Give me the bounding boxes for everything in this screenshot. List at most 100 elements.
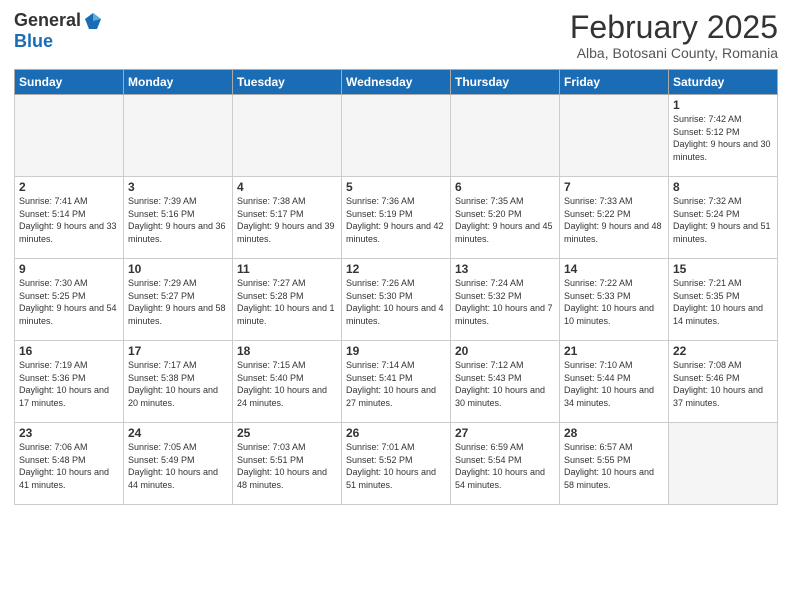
day-info: Sunrise: 7:08 AM Sunset: 5:46 PM Dayligh… <box>673 359 773 409</box>
table-row: 24Sunrise: 7:05 AM Sunset: 5:49 PM Dayli… <box>124 423 233 505</box>
logo-general-text: General <box>14 10 81 31</box>
day-number: 25 <box>237 426 337 440</box>
day-info: Sunrise: 7:41 AM Sunset: 5:14 PM Dayligh… <box>19 195 119 245</box>
day-number: 17 <box>128 344 228 358</box>
day-number: 5 <box>346 180 446 194</box>
day-number: 27 <box>455 426 555 440</box>
table-row: 5Sunrise: 7:36 AM Sunset: 5:19 PM Daylig… <box>342 177 451 259</box>
day-number: 21 <box>564 344 664 358</box>
day-number: 22 <box>673 344 773 358</box>
table-row: 19Sunrise: 7:14 AM Sunset: 5:41 PM Dayli… <box>342 341 451 423</box>
day-info: Sunrise: 7:06 AM Sunset: 5:48 PM Dayligh… <box>19 441 119 491</box>
calendar-table: Sunday Monday Tuesday Wednesday Thursday… <box>14 69 778 505</box>
day-number: 13 <box>455 262 555 276</box>
table-row <box>669 423 778 505</box>
day-number: 20 <box>455 344 555 358</box>
logo-blue-text: Blue <box>14 31 53 52</box>
day-info: Sunrise: 7:42 AM Sunset: 5:12 PM Dayligh… <box>673 113 773 163</box>
table-row: 15Sunrise: 7:21 AM Sunset: 5:35 PM Dayli… <box>669 259 778 341</box>
day-number: 18 <box>237 344 337 358</box>
page: General Blue February 2025 Alba, Botosan… <box>0 0 792 612</box>
day-info: Sunrise: 6:57 AM Sunset: 5:55 PM Dayligh… <box>564 441 664 491</box>
day-number: 11 <box>237 262 337 276</box>
day-info: Sunrise: 7:15 AM Sunset: 5:40 PM Dayligh… <box>237 359 337 409</box>
day-info: Sunrise: 6:59 AM Sunset: 5:54 PM Dayligh… <box>455 441 555 491</box>
calendar-week-row: 1Sunrise: 7:42 AM Sunset: 5:12 PM Daylig… <box>15 95 778 177</box>
day-number: 9 <box>19 262 119 276</box>
month-title: February 2025 <box>570 10 778 45</box>
day-info: Sunrise: 7:26 AM Sunset: 5:30 PM Dayligh… <box>346 277 446 327</box>
table-row: 25Sunrise: 7:03 AM Sunset: 5:51 PM Dayli… <box>233 423 342 505</box>
table-row: 7Sunrise: 7:33 AM Sunset: 5:22 PM Daylig… <box>560 177 669 259</box>
day-info: Sunrise: 7:17 AM Sunset: 5:38 PM Dayligh… <box>128 359 228 409</box>
day-number: 28 <box>564 426 664 440</box>
calendar-week-row: 16Sunrise: 7:19 AM Sunset: 5:36 PM Dayli… <box>15 341 778 423</box>
table-row: 3Sunrise: 7:39 AM Sunset: 5:16 PM Daylig… <box>124 177 233 259</box>
day-info: Sunrise: 7:30 AM Sunset: 5:25 PM Dayligh… <box>19 277 119 327</box>
header: General Blue February 2025 Alba, Botosan… <box>14 10 778 61</box>
day-info: Sunrise: 7:12 AM Sunset: 5:43 PM Dayligh… <box>455 359 555 409</box>
col-wednesday: Wednesday <box>342 70 451 95</box>
table-row: 2Sunrise: 7:41 AM Sunset: 5:14 PM Daylig… <box>15 177 124 259</box>
day-info: Sunrise: 7:19 AM Sunset: 5:36 PM Dayligh… <box>19 359 119 409</box>
table-row: 14Sunrise: 7:22 AM Sunset: 5:33 PM Dayli… <box>560 259 669 341</box>
day-info: Sunrise: 7:14 AM Sunset: 5:41 PM Dayligh… <box>346 359 446 409</box>
table-row <box>233 95 342 177</box>
day-info: Sunrise: 7:27 AM Sunset: 5:28 PM Dayligh… <box>237 277 337 327</box>
table-row: 17Sunrise: 7:17 AM Sunset: 5:38 PM Dayli… <box>124 341 233 423</box>
day-info: Sunrise: 7:24 AM Sunset: 5:32 PM Dayligh… <box>455 277 555 327</box>
table-row: 23Sunrise: 7:06 AM Sunset: 5:48 PM Dayli… <box>15 423 124 505</box>
calendar-header-row: Sunday Monday Tuesday Wednesday Thursday… <box>15 70 778 95</box>
table-row: 21Sunrise: 7:10 AM Sunset: 5:44 PM Dayli… <box>560 341 669 423</box>
day-number: 24 <box>128 426 228 440</box>
table-row: 1Sunrise: 7:42 AM Sunset: 5:12 PM Daylig… <box>669 95 778 177</box>
table-row: 22Sunrise: 7:08 AM Sunset: 5:46 PM Dayli… <box>669 341 778 423</box>
location-title: Alba, Botosani County, Romania <box>570 45 778 61</box>
table-row: 12Sunrise: 7:26 AM Sunset: 5:30 PM Dayli… <box>342 259 451 341</box>
logo: General Blue <box>14 10 103 52</box>
table-row: 20Sunrise: 7:12 AM Sunset: 5:43 PM Dayli… <box>451 341 560 423</box>
table-row <box>342 95 451 177</box>
day-info: Sunrise: 7:22 AM Sunset: 5:33 PM Dayligh… <box>564 277 664 327</box>
table-row <box>451 95 560 177</box>
table-row <box>124 95 233 177</box>
day-number: 14 <box>564 262 664 276</box>
day-info: Sunrise: 7:35 AM Sunset: 5:20 PM Dayligh… <box>455 195 555 245</box>
day-info: Sunrise: 7:10 AM Sunset: 5:44 PM Dayligh… <box>564 359 664 409</box>
day-number: 16 <box>19 344 119 358</box>
day-info: Sunrise: 7:36 AM Sunset: 5:19 PM Dayligh… <box>346 195 446 245</box>
day-number: 10 <box>128 262 228 276</box>
col-thursday: Thursday <box>451 70 560 95</box>
day-info: Sunrise: 7:01 AM Sunset: 5:52 PM Dayligh… <box>346 441 446 491</box>
table-row: 11Sunrise: 7:27 AM Sunset: 5:28 PM Dayli… <box>233 259 342 341</box>
day-number: 19 <box>346 344 446 358</box>
table-row: 16Sunrise: 7:19 AM Sunset: 5:36 PM Dayli… <box>15 341 124 423</box>
day-info: Sunrise: 7:03 AM Sunset: 5:51 PM Dayligh… <box>237 441 337 491</box>
calendar-week-row: 23Sunrise: 7:06 AM Sunset: 5:48 PM Dayli… <box>15 423 778 505</box>
title-section: February 2025 Alba, Botosani County, Rom… <box>570 10 778 61</box>
day-info: Sunrise: 7:33 AM Sunset: 5:22 PM Dayligh… <box>564 195 664 245</box>
table-row: 18Sunrise: 7:15 AM Sunset: 5:40 PM Dayli… <box>233 341 342 423</box>
table-row: 28Sunrise: 6:57 AM Sunset: 5:55 PM Dayli… <box>560 423 669 505</box>
col-friday: Friday <box>560 70 669 95</box>
day-number: 3 <box>128 180 228 194</box>
day-info: Sunrise: 7:21 AM Sunset: 5:35 PM Dayligh… <box>673 277 773 327</box>
table-row <box>15 95 124 177</box>
day-number: 8 <box>673 180 773 194</box>
table-row: 13Sunrise: 7:24 AM Sunset: 5:32 PM Dayli… <box>451 259 560 341</box>
col-tuesday: Tuesday <box>233 70 342 95</box>
table-row: 10Sunrise: 7:29 AM Sunset: 5:27 PM Dayli… <box>124 259 233 341</box>
table-row: 6Sunrise: 7:35 AM Sunset: 5:20 PM Daylig… <box>451 177 560 259</box>
col-monday: Monday <box>124 70 233 95</box>
day-info: Sunrise: 7:39 AM Sunset: 5:16 PM Dayligh… <box>128 195 228 245</box>
day-number: 2 <box>19 180 119 194</box>
day-number: 26 <box>346 426 446 440</box>
calendar-week-row: 9Sunrise: 7:30 AM Sunset: 5:25 PM Daylig… <box>15 259 778 341</box>
col-saturday: Saturday <box>669 70 778 95</box>
table-row: 26Sunrise: 7:01 AM Sunset: 5:52 PM Dayli… <box>342 423 451 505</box>
day-info: Sunrise: 7:05 AM Sunset: 5:49 PM Dayligh… <box>128 441 228 491</box>
logo-icon <box>83 11 103 31</box>
calendar-week-row: 2Sunrise: 7:41 AM Sunset: 5:14 PM Daylig… <box>15 177 778 259</box>
day-info: Sunrise: 7:38 AM Sunset: 5:17 PM Dayligh… <box>237 195 337 245</box>
table-row: 9Sunrise: 7:30 AM Sunset: 5:25 PM Daylig… <box>15 259 124 341</box>
